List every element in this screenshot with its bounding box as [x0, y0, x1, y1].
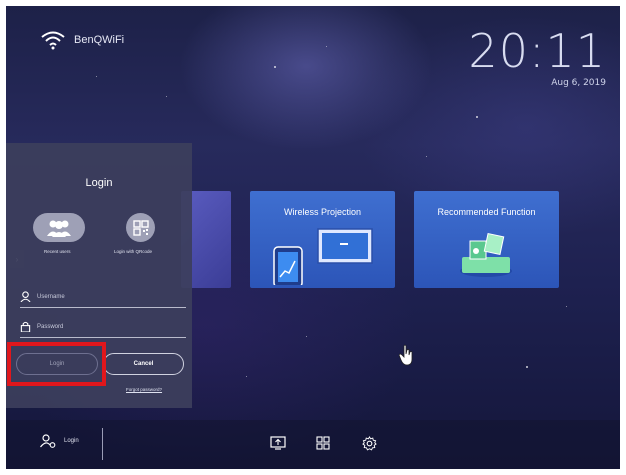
star — [274, 66, 276, 68]
screen-share-icon[interactable] — [270, 436, 286, 450]
cancel-button[interactable]: Cancel — [103, 353, 184, 375]
recent-users-button[interactable] — [33, 213, 85, 242]
network-status[interactable]: BenQWiFi — [40, 30, 124, 50]
star — [166, 96, 167, 97]
tile-title: Recommended Function — [437, 207, 536, 217]
password-placeholder: Password — [37, 323, 64, 330]
recommended-function-icon — [460, 232, 512, 277]
username-field[interactable]: Username — [20, 286, 186, 308]
clock-date: Aug 6, 2019 — [551, 78, 606, 88]
bottom-login-button[interactable]: Login — [40, 434, 79, 448]
qr-login-button[interactable] — [126, 213, 155, 242]
clock: 20:11 Aug 6, 2019 — [468, 28, 606, 88]
user-settings-icon — [40, 434, 56, 448]
bottom-login-label: Login — [64, 438, 79, 444]
divider — [102, 428, 103, 460]
gear-icon[interactable] — [362, 436, 377, 451]
star — [246, 376, 247, 377]
login-title: Login — [85, 177, 113, 189]
qr-code-icon — [132, 219, 149, 236]
highlight-box — [7, 342, 106, 386]
star — [306, 336, 307, 337]
recent-users-label: Recent users — [44, 249, 71, 254]
star — [426, 156, 427, 157]
password-field[interactable]: Password — [20, 316, 186, 338]
username-placeholder: Username — [37, 293, 65, 300]
user-icon — [20, 291, 31, 302]
wireless-projection-tile[interactable]: Wireless Projection — [250, 191, 395, 288]
lock-icon — [20, 321, 31, 332]
group-icon — [47, 220, 71, 237]
desktop-screen: BenQWiFi 20:11 Aug 6, 2019 Wireless Proj… — [6, 6, 620, 469]
clock-time: 20:11 — [468, 24, 606, 78]
recommended-function-tile[interactable]: Recommended Function — [414, 191, 559, 288]
tile-title: Wireless Projection — [283, 207, 362, 217]
star — [476, 116, 478, 118]
login-panel: Login Recent users Login with QRcode Use… — [6, 143, 192, 408]
forgot-password-link[interactable]: Forgot password? — [126, 387, 162, 392]
star — [526, 366, 528, 368]
star — [566, 306, 567, 307]
star — [96, 76, 97, 77]
wifi-icon — [41, 31, 65, 50]
hand-pointer-icon — [399, 344, 413, 366]
network-name: BenQWiFi — [74, 34, 125, 46]
star — [326, 46, 327, 47]
wireless-projection-icon — [273, 228, 373, 285]
bottom-bar: Login — [6, 420, 620, 469]
qr-login-label: Login with QRcode — [114, 249, 153, 254]
apps-grid-icon[interactable] — [316, 436, 330, 450]
